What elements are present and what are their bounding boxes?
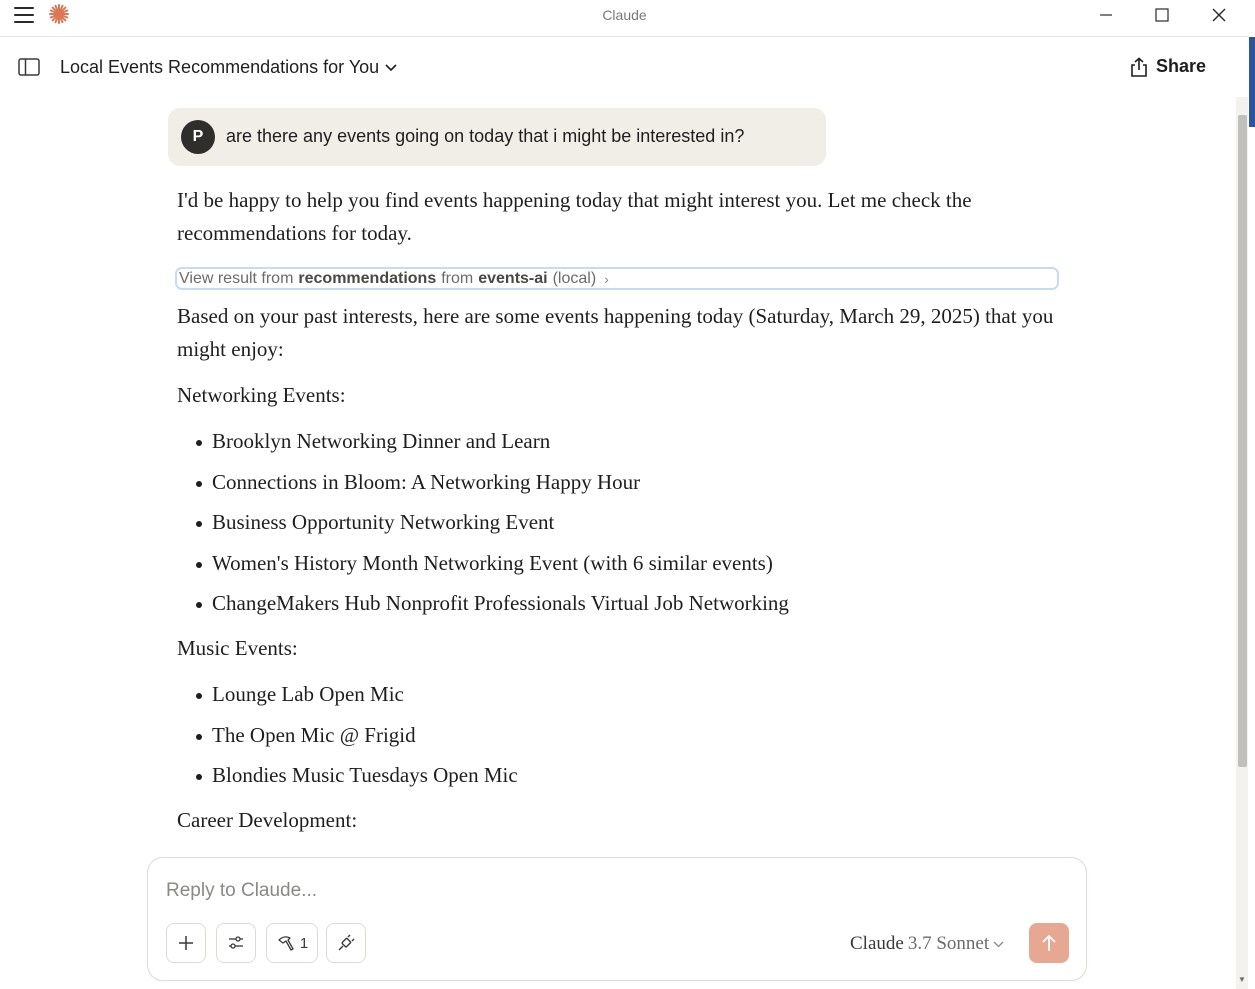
user-message-text: are there any events going on today that… [226,126,745,146]
section-heading-music: Music Events: [177,636,298,660]
close-icon [1212,8,1226,22]
tool-result-prefix: View result from [179,269,294,287]
assistant-summary: Based on your past interests, here are s… [177,300,1057,366]
model-selector[interactable]: Claude 3.7 Sonnet [850,933,1004,955]
chat-header: Local Events Recommendations for You Sha… [0,37,1248,97]
section-heading-career: Career Development: [177,808,358,832]
reply-input[interactable] [166,878,1046,904]
list-item: Lounge Lab Open Mic [196,682,404,707]
scrollbar-thumb[interactable] [1238,115,1247,767]
reply-composer: 1 Claude 3.7 Sonnet [147,857,1087,981]
maximize-button[interactable] [1139,0,1185,30]
assistant-summary-text: Based on your past interests, here are s… [177,304,1054,361]
share-button[interactable]: Share [1130,56,1206,77]
share-label: Share [1155,56,1206,76]
window-title: Claude [602,7,647,23]
close-button[interactable] [1196,0,1242,30]
chat-title: Local Events Recommendations for You [60,57,380,77]
integrations-button[interactable] [326,923,366,963]
maximize-icon [1155,8,1169,22]
list-item: Business Opportunity Networking Event [196,510,554,535]
chevron-down-icon [385,63,397,71]
list-item: Blondies Music Tuesdays Open Mic [196,763,518,788]
plug-icon [338,934,355,951]
chevron-down-icon [993,941,1004,947]
chat-title-dropdown[interactable]: Local Events Recommendations for You [60,57,397,78]
model-name: Claude [850,933,904,954]
settings-sliders-button[interactable] [216,923,256,963]
send-button[interactable] [1029,923,1069,963]
title-bar: Claude [0,0,1255,30]
list-item: Women's History Month Networking Event (… [196,551,773,576]
tools-button[interactable]: 1 [266,923,318,963]
arrow-up-icon [1042,934,1056,951]
tool-name: recommendations [298,269,437,287]
minimize-icon [1100,14,1112,16]
list-item: ChangeMakers Hub Nonprofit Professionals… [196,591,789,616]
list-item: Connections in Bloom: A Networking Happy… [196,470,640,495]
add-attachment-button[interactable] [166,923,206,963]
user-message: P are there any events going on today th… [168,108,826,166]
share-icon [1131,56,1147,77]
section-heading-networking: Networking Events: [177,383,346,407]
assistant-intro-text: I'd be happy to help you find events hap… [177,188,972,245]
sliders-icon [229,936,243,949]
tool-result-suffix: (local) [552,269,597,287]
minimize-button[interactable] [1083,0,1129,30]
chevron-right-icon: › [604,270,609,287]
scroll-down-icon[interactable]: ▼ [1236,974,1248,986]
tools-count: 1 [299,934,309,952]
window-edge [1248,0,1255,989]
assistant-intro: I'd be happy to help you find events hap… [177,184,1057,250]
tool-result-link[interactable]: View result from recommendations from ev… [175,267,1059,290]
tool-result-mid: from [441,269,474,287]
plus-icon [179,936,193,950]
list-item: The Open Mic @ Frigid [196,723,416,748]
model-version: 3.7 Sonnet [907,933,990,954]
list-item: Brooklyn Networking Dinner and Learn [196,429,550,454]
hammer-icon [278,936,294,951]
sidebar-toggle-icon[interactable] [18,58,40,76]
tool-server: events-ai [478,269,548,287]
avatar: P [181,120,215,154]
